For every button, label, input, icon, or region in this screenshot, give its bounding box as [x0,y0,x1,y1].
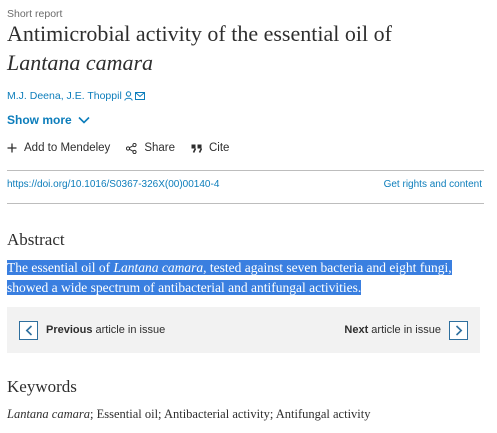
keyword-species: Lantana camara [7,407,90,421]
author-list[interactable]: M.J. Deena, J.E. Thoppil [7,90,145,102]
rights-link[interactable]: Get rights and content [384,179,482,190]
abstract-text[interactable]: The essential oil of Lantana camara, tes… [7,258,467,298]
previous-article-link[interactable]: Previous article in issue [7,320,166,340]
keyword-rest: ; Essential oil; Antibacterial activity;… [90,407,371,421]
chevron-right-icon [449,320,468,340]
previous-rest: article in issue [92,324,166,336]
show-more-label: Show more [7,113,72,127]
abstract-text-part: The essential oil of [7,260,114,275]
cite-button[interactable]: Cite [191,142,229,154]
next-label: Next [344,324,369,336]
divider [7,170,484,171]
title-text: Antimicrobial activity of the essential … [7,21,392,46]
show-more-button[interactable]: Show more [7,113,90,127]
mendeley-label: Add to Mendeley [24,142,111,154]
article-title: Antimicrobial activity of the essential … [7,19,487,77]
abstract-heading: Abstract [7,230,65,249]
selected-text: The essential oil of Lantana camara, tes… [7,260,452,295]
person-icon [124,91,133,101]
title-species: Lantana camara [7,50,154,75]
keywords-heading: Keywords [7,377,77,396]
article-actions: Add to Mendeley Share Cite [7,142,245,154]
plus-icon [7,143,17,153]
share-label: Share [144,142,175,154]
quote-icon [191,144,202,153]
keywords-list: Lantana camara; Essential oil; Antibacte… [7,407,371,422]
previous-label: Previous [46,324,93,336]
add-to-mendeley-button[interactable]: Add to Mendeley [7,142,110,154]
share-icon [126,142,137,154]
chevron-left-icon [19,320,38,340]
article-pager: Previous article in issue Next article i… [7,307,480,353]
email-icon [134,92,145,100]
share-button[interactable]: Share [126,142,175,154]
divider [7,203,484,204]
next-rest: article in issue [368,324,441,336]
next-article-link[interactable]: Next article in issue [344,320,480,340]
doi-link[interactable]: https://doi.org/10.1016/S0367-326X(00)00… [7,179,219,190]
cite-label: Cite [209,142,230,154]
abstract-species: Lantana camara [113,260,204,275]
author-names[interactable]: M.J. Deena, J.E. Thoppil [7,90,122,102]
chevron-down-icon [78,116,90,124]
